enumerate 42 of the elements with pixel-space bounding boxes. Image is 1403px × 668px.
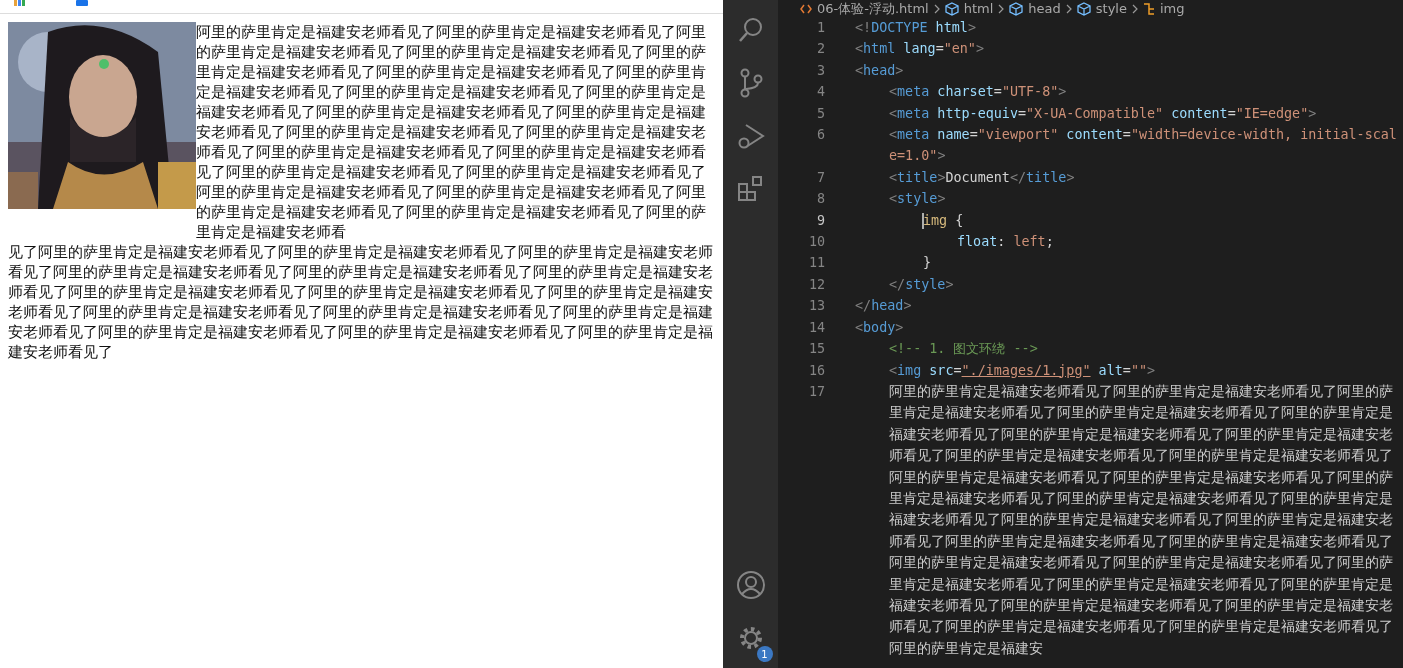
line-number: 11: [807, 254, 825, 273]
line-number: 12: [807, 275, 825, 294]
line-number: 13: [807, 297, 825, 316]
breadcrumb-item[interactable]: 06-体验-浮动.html: [817, 0, 929, 18]
code-line: 阿里的萨里肯定是福建安老师看见了阿里的萨里肯定是福建安老师看见了阿里的萨里肯定是福建安老师看见了阿里的萨里肯定是福建安老师看见了阿里的萨里肯定是福建安老师看见了阿里的萨里肯定是福建安老师看见了阿里的萨里肯定是福建安老师看见了阿里的萨里肯定是福建安老师看见了阿里的萨里肯定是福建安老师看见了阿里的萨里肯定是福建安老师看见了阿里的萨里肯定是福建安老师看见了阿里的萨里肯定是福建安老师看见了阿里的萨里肯定是福建安老师看见了阿里的萨里肯定是福建安老师看见了阿里的萨里肯定是福建安老师看见了阿里的萨里肯定是福建安老师看见了阿里的萨里肯定是福建安老师看见了阿里的萨里肯定是福建安老师看见了阿里的萨里肯定是福建安老师看见了阿里的萨里肯定是福建安老师看见了阿里的萨里肯定是福建安老师看见了阿里的萨里肯定是福建安老师看见了阿里的萨里肯定是福建安老师看见了阿里的萨里肯定是福建安老师看见了阿里的萨里肯定是福建安老师看见了阿里的萨里肯定是福建安老师看见了阿里的萨里肯定是福建安老师看见了阿里的萨里肯定是福建安: [889, 381, 1394, 658]
code-line: <meta charset="UTF-8">: [889, 83, 1068, 102]
breadcrumb-item[interactable]: style: [1095, 1, 1127, 16]
code-line: <!-- 1. 图文环绕 -->: [889, 340, 1039, 359]
breadcrumb-item[interactable]: img: [1159, 1, 1185, 16]
code-line: <title>Document</title>: [889, 168, 1076, 187]
line-number: 17: [807, 382, 825, 401]
code-line: float: left;: [957, 233, 1055, 252]
code-line: <!DOCTYPE html>: [855, 19, 977, 37]
code-line: <meta name="viewport" content="width=device-width, initial-scale=1.0">: [889, 126, 1398, 166]
breadcrumb-item[interactable]: html: [963, 1, 994, 16]
line-number: 2: [815, 40, 825, 59]
code-line: <html lang="en">: [855, 40, 985, 59]
line-number: 3: [815, 61, 825, 80]
line-number: 7: [815, 168, 825, 187]
paragraph: 阿里的萨里肯定是福建安老师看见了阿里的萨里肯定是福建安老师看见了阿里的萨里肯定是福建安老师看见了阿里的萨里肯定是福建安老师看见了阿里的萨里肯定是福建安老师看见了阿里的萨里肯定是福建安老师看见了阿里的萨里肯定是福建安老师看见了阿里的萨里肯定是福建安老师看见了阿里的萨里肯定是福建安老师看见了阿里的萨里肯定是福建安老师看见了阿里的萨里肯定是福建安老师看见了阿里的萨里肯定是福建安老师看见了阿里的萨里肯定是福建安老师看见了阿里的萨里肯定是福建安老师看见了阿里的萨里肯定是福建安老师看见了阿里的萨里肯定是福建安老师看见了阿里的萨里肯定是福建安老师看见了阿里的萨里肯定是福建安老师看见了阿里的萨里肯定是福建安老师看见了阿里的萨里肯定是福建安老师看见了阿里的萨里肯定是福建安老师看见了阿里的萨里肯定是福建安老师看: [196, 23, 707, 242]
code-line: <body>: [855, 318, 905, 337]
line-number: 10: [807, 233, 825, 252]
line-number: 1: [815, 19, 825, 37]
code-line: <meta http-equiv="X-UA-Compatible" content="IE=edge">: [889, 104, 1318, 123]
line-number: 4: [815, 83, 825, 102]
code-line: img {: [923, 211, 965, 230]
line-number: 8: [815, 190, 825, 209]
line-number: 16: [807, 361, 825, 380]
paragraph: 见了阿里的萨里肯定是福建安老师看见了阿里的萨里肯定是福建安老师看见了阿里的萨里肯定是福建安老师看见了阿里的萨里肯定是福建安老师看见了阿里的萨里肯定是福建安老师看见了阿里的萨里肯定是福建安老师看见了阿里的萨里肯定是福建安老师看见了阿里的萨里肯定是福建安老师看见了阿里的萨里肯定是福建安老师看见了阿里的萨里肯定是福建安老师看见了阿里的萨里肯定是福建安老师看见了阿里的萨里肯定是福建安老师看见了阿里的萨里肯定是福建安老师看见了阿里的萨里肯定是福建安老师看见了阿里的萨里肯定是福建安老师看见了: [8, 243, 713, 362]
code-line: }: [923, 254, 933, 273]
code-line: <head>: [855, 61, 905, 80]
line-number: 5: [815, 104, 825, 123]
line-number: 14: [807, 318, 825, 337]
breadcrumb-item[interactable]: head: [1028, 1, 1061, 16]
notification-badge: 1: [756, 646, 773, 662]
code-line: </head>: [855, 297, 913, 316]
code-line: </style>: [889, 275, 955, 294]
line-number: 6: [815, 126, 825, 145]
code-line: <img src="./images/1.jpg" alt="">: [889, 361, 1157, 380]
code-line: <style>: [889, 190, 947, 209]
line-number: 15: [807, 340, 825, 359]
line-number: 9: [815, 211, 825, 230]
